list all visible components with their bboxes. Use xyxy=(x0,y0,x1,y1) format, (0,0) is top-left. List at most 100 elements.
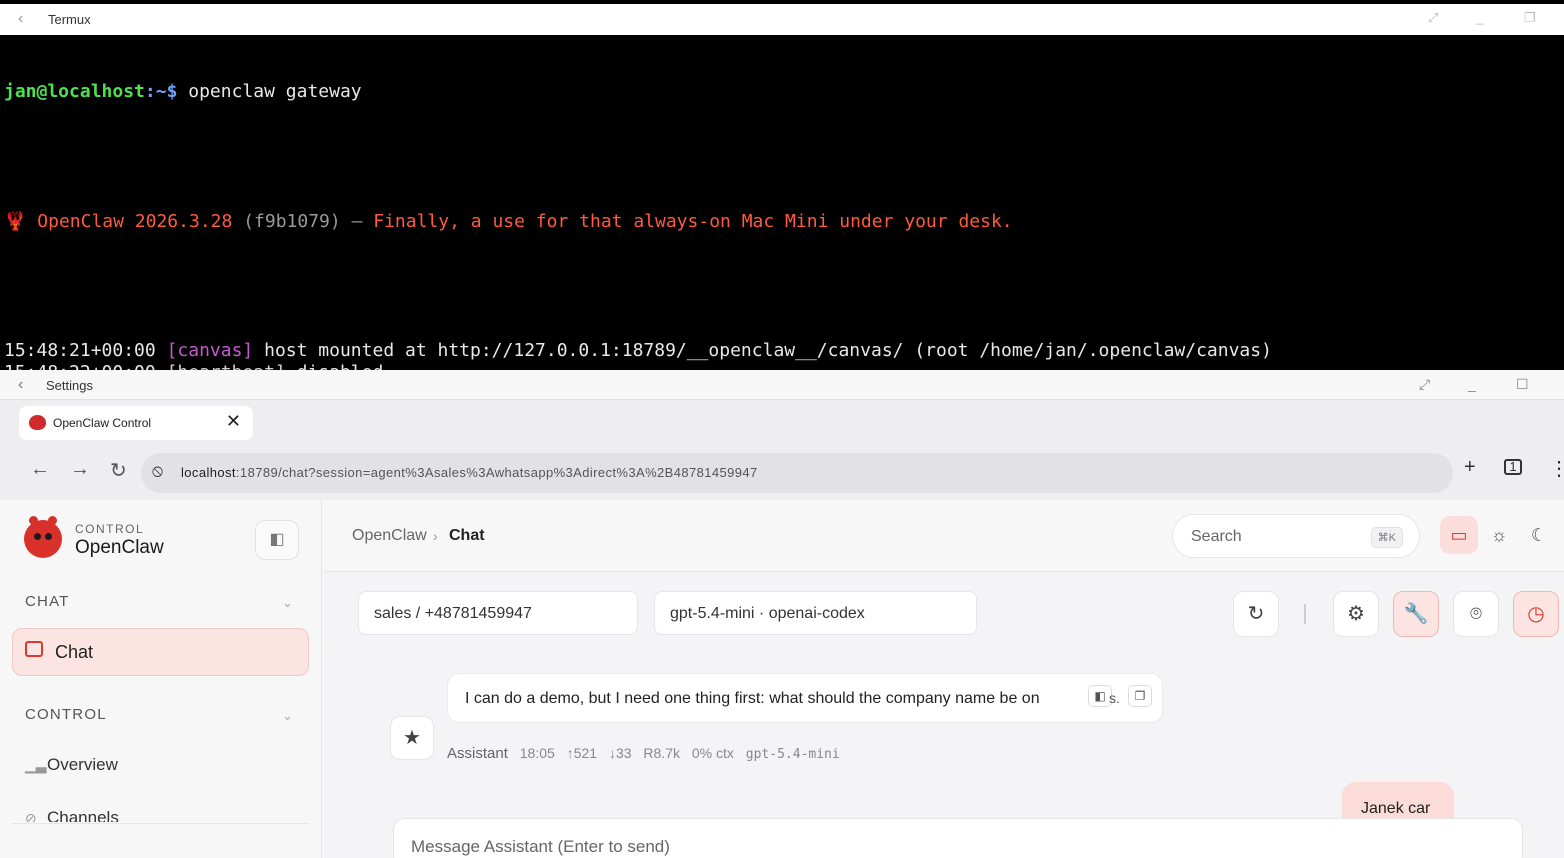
sidebar-item-overview[interactable]: ▁▃Overview xyxy=(25,755,118,775)
minimize-icon[interactable]: _ xyxy=(1468,376,1476,392)
meta-tokens-up: ↑521 xyxy=(566,745,598,761)
back-icon[interactable]: ‹ xyxy=(18,10,23,28)
reload-icon[interactable]: ↻ xyxy=(110,458,127,483)
meta-context: 0% ctx xyxy=(691,745,734,761)
user-message: Janek car xyxy=(1342,782,1454,822)
meta-cache: R8.7k xyxy=(643,745,680,761)
brand-name: OpenClaw xyxy=(75,537,164,558)
top-bar: OpenClaw › Chat Search ⌘K ▭ ☼ ☾ xyxy=(323,500,1564,572)
search-placeholder: Search xyxy=(1191,528,1242,545)
banner-tagline: Finally, a use for that always-on Mac Mi… xyxy=(373,210,1013,232)
sidebar-item-channels[interactable]: ⊘ Channels xyxy=(25,808,119,822)
minimize-icon[interactable]: _ xyxy=(1476,10,1483,25)
model-label: gpt-5.4-mini · openai-codex xyxy=(670,605,865,622)
log-time: 15:48:21+00:00 xyxy=(4,340,156,362)
breadcrumb-separator: › xyxy=(433,528,438,544)
group-control-heading[interactable]: CONTROL xyxy=(25,706,107,723)
openclaw-app: CONTROL OpenClaw ◧ CHAT ⌄ Chat CONTROL ⌄… xyxy=(0,500,1564,858)
composer-placeholder: Message Assistant (Enter to send) xyxy=(411,837,670,856)
browser-tab-label: OpenClaw Control xyxy=(53,416,152,430)
log-tag: [canvas] xyxy=(166,340,254,362)
maximize-icon[interactable]: ☐ xyxy=(1516,376,1529,393)
collapse-sidebar-button[interactable]: ◧ xyxy=(255,520,299,560)
termux-window: ‹ Termux ⤢ _ ❐ jan@localhost:~$ openclaw… xyxy=(0,0,1564,577)
log-message: host mounted at http://127.0.0.1:18789/_… xyxy=(264,340,1272,362)
close-tab-icon[interactable]: ✕ xyxy=(226,411,241,432)
browser-tab[interactable]: OpenClaw Control ✕ xyxy=(19,406,253,440)
prompt-path: :~$ xyxy=(144,81,189,103)
log-line: 15:48:21+00:00 [canvas] host mounted at … xyxy=(4,340,1564,362)
banner-line: 🦞 OpenClaw 2026.3.28 (f9b1079) — Finally… xyxy=(4,210,1013,232)
assistant-message-tail: s. xyxy=(1109,690,1120,706)
search-shortcut: ⌘K xyxy=(1370,527,1403,548)
terminal-command: openclaw gateway xyxy=(188,81,362,103)
openclaw-logo-icon xyxy=(24,516,62,558)
maximize-icon[interactable]: ❐ xyxy=(1524,10,1536,26)
moon-icon[interactable]: ☾ xyxy=(1520,516,1558,554)
breadcrumb-current: Chat xyxy=(449,527,485,544)
bar-chart-icon: ▁▃ xyxy=(25,757,47,773)
session-label: sales / +48781459947 xyxy=(374,605,532,622)
url-field[interactable]: ⦸ localhost:18789/chat?session=agent%3As… xyxy=(141,453,1453,493)
copy-icon[interactable]: ❐ xyxy=(1128,685,1152,707)
settings-window: ‹ Settings ⤢ _ ☐ OpenClaw Control ✕ ← → … xyxy=(0,370,1564,858)
termux-title-bar: ‹ Termux ⤢ _ ❐ xyxy=(0,4,1564,35)
brand-subtitle: CONTROL xyxy=(75,522,145,536)
meta-time: 18:05 xyxy=(519,745,555,761)
sidebar: CONTROL OpenClaw ◧ CHAT ⌄ Chat CONTROL ⌄… xyxy=(0,500,322,858)
monitor-icon[interactable]: ▭ xyxy=(1440,516,1478,554)
more-menu-icon[interactable]: ⋮ xyxy=(1549,456,1564,481)
message-meta: Assistant 18:05 ↑521 ↓33 R8.7k 0% ctx gp… xyxy=(447,745,848,762)
banner-name: OpenClaw 2026.3.28 xyxy=(37,210,233,232)
terminal-prompt-line: jan@localhost:~$ openclaw gateway xyxy=(4,81,1564,103)
chat-main: OpenClaw › Chat Search ⌘K ▭ ☼ ☾ sales / … xyxy=(323,500,1564,858)
wrench-icon[interactable]: 🔧 xyxy=(1393,591,1439,637)
session-select[interactable]: sales / +48781459947 xyxy=(358,591,638,635)
breadcrumb-root[interactable]: OpenClaw xyxy=(352,527,427,545)
browser-tab-strip: OpenClaw Control ✕ xyxy=(0,400,1564,444)
termux-window-title: Termux xyxy=(48,12,91,27)
back-arrow-icon[interactable]: ← xyxy=(30,458,50,481)
not-secure-icon[interactable]: ⦸ xyxy=(152,461,163,481)
tab-count-icon[interactable]: 1 xyxy=(1504,459,1522,475)
settings-window-title: Settings xyxy=(46,378,93,393)
focus-icon[interactable]: ⌾ xyxy=(1453,591,1499,637)
divider xyxy=(1304,604,1306,624)
group-chat-heading[interactable]: CHAT xyxy=(25,593,70,610)
sidebar-item-chat[interactable]: Chat xyxy=(12,628,309,676)
lobster-icon: 🦞 xyxy=(4,210,27,232)
assistant-message: I can do a demo, but I need one thing fi… xyxy=(447,673,1163,723)
assistant-avatar-star-icon: ★ xyxy=(390,716,434,760)
link-icon: ⊘ xyxy=(25,810,37,822)
divider xyxy=(12,823,309,824)
refresh-icon[interactable]: ↻ xyxy=(1233,591,1279,637)
assistant-message-text: I can do a demo, but I need one thing fi… xyxy=(465,690,1040,707)
sidebar-item-label: Channels xyxy=(47,808,119,822)
sidebar-toggle-icon: ◧ xyxy=(269,531,285,548)
user-message-text: Janek car xyxy=(1361,800,1431,817)
expand-icon[interactable]: ⤢ xyxy=(1419,376,1430,393)
meta-model: gpt-5.4-mini xyxy=(745,747,840,762)
theme-switcher: ▭ ☼ ☾ xyxy=(1436,514,1556,558)
meta-sender: Assistant xyxy=(447,745,508,762)
expand-icon[interactable]: ⤢ xyxy=(1428,10,1438,26)
message-composer[interactable]: Message Assistant (Enter to send) xyxy=(393,818,1523,858)
forward-arrow-icon[interactable]: → xyxy=(70,458,90,481)
settings-title-bar: ‹ Settings ⤢ _ ☐ xyxy=(0,370,1564,400)
sun-icon[interactable]: ☼ xyxy=(1480,516,1518,554)
prompt-user: jan@localhost xyxy=(4,81,145,103)
sidebar-item-label: Overview xyxy=(47,755,118,774)
brain-icon[interactable]: ⚙ xyxy=(1333,591,1379,637)
chat-bubble-icon xyxy=(25,641,43,657)
address-bar-row: ← → ↻ ⦸ localhost:18789/chat?session=age… xyxy=(0,444,1564,500)
clock-icon[interactable]: ◷ xyxy=(1513,591,1559,637)
url-text: localhost:18789/chat?session=agent%3Asal… xyxy=(181,465,758,480)
model-select[interactable]: gpt-5.4-mini · openai-codex xyxy=(654,591,977,635)
sidebar-item-label: Chat xyxy=(55,642,94,662)
back-icon[interactable]: ‹ xyxy=(18,376,23,394)
chevron-down-icon[interactable]: ⌄ xyxy=(282,708,293,724)
banner-hash: (f9b1079) xyxy=(243,210,341,232)
search-input[interactable]: Search ⌘K xyxy=(1172,514,1420,558)
chevron-down-icon[interactable]: ⌄ xyxy=(282,595,293,611)
new-tab-icon[interactable]: + xyxy=(1464,456,1476,479)
